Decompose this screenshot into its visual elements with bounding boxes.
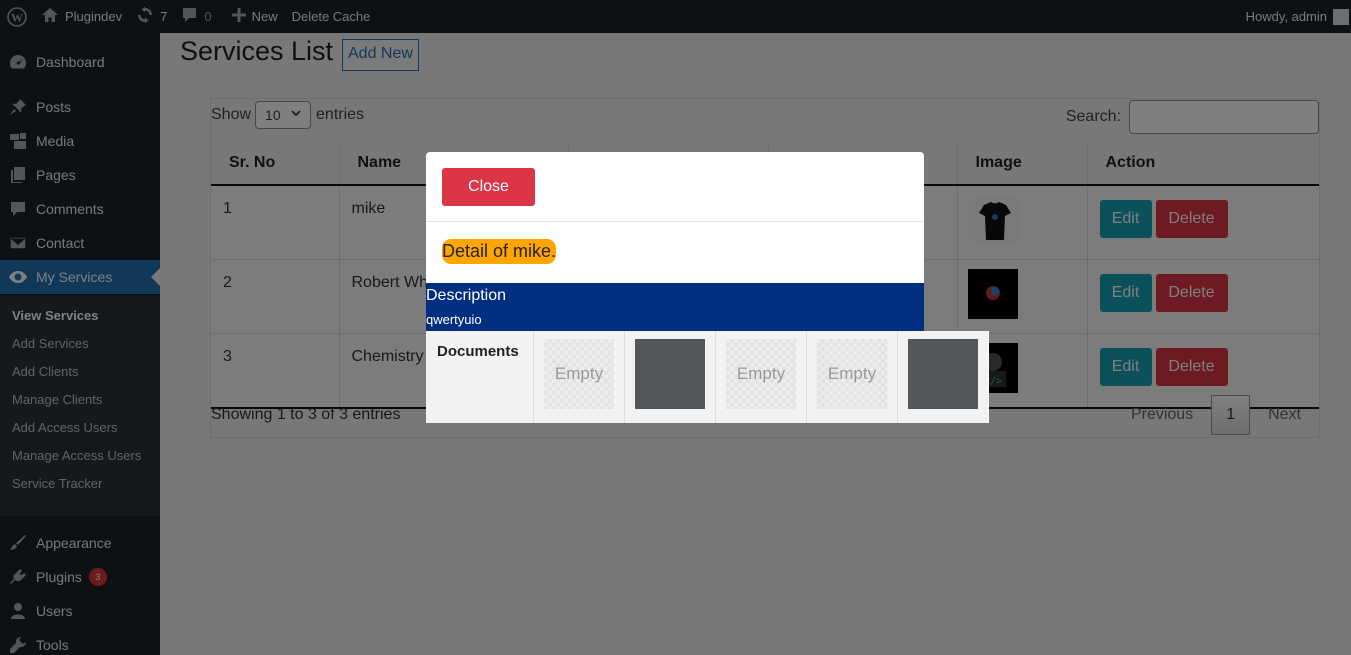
document-slot (897, 331, 988, 423)
empty-document-placeholder: Empty (726, 339, 796, 409)
service-detail-modal: Close Detail of mike. Description qwerty… (426, 152, 989, 423)
description-section: Description qwertyuio (426, 283, 924, 331)
close-button[interactable]: Close (442, 168, 535, 206)
empty-document-placeholder: Empty (544, 339, 614, 409)
document-slot: Empty (533, 331, 624, 423)
documents-label: Documents (437, 343, 519, 360)
modal-header: Close (426, 152, 924, 222)
document-thumbnail[interactable] (908, 339, 978, 409)
description-value: qwertyuio (426, 312, 482, 327)
description-label: Description (426, 287, 507, 304)
document-slot: Empty (715, 331, 806, 423)
empty-document-placeholder: Empty (817, 339, 887, 409)
documents-row: Documents Empty Empty Empty (426, 331, 989, 423)
document-slot: Empty (806, 331, 897, 423)
modal-title: Detail of mike. (442, 239, 557, 264)
document-slot (624, 331, 715, 423)
document-thumbnail[interactable] (635, 339, 705, 409)
